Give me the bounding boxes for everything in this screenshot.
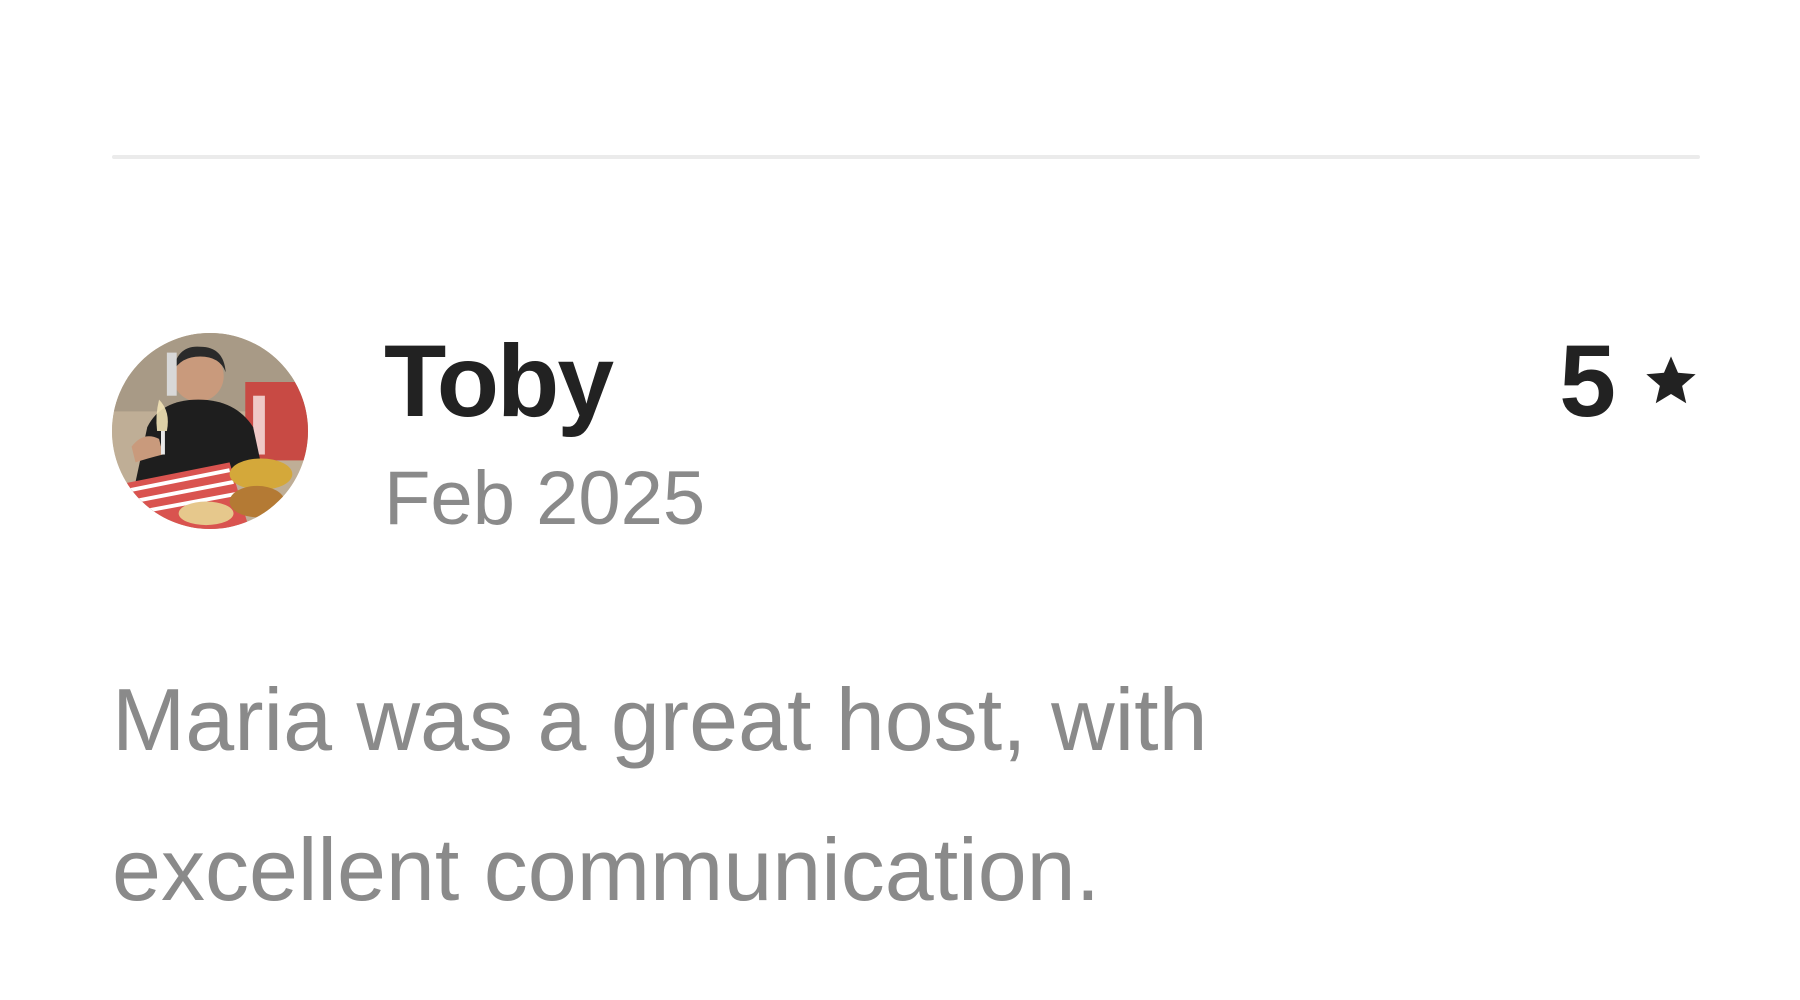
rating-value: 5 — [1559, 324, 1616, 438]
reviewer-name[interactable]: Toby — [384, 325, 614, 437]
star-icon — [1646, 356, 1696, 404]
avatar-photo — [112, 333, 308, 529]
rating: 5 — [1559, 325, 1700, 437]
review-date: Feb 2025 — [384, 456, 706, 541]
reviewer-avatar[interactable] — [112, 333, 308, 529]
section-divider — [112, 155, 1700, 159]
review-text: Maria was a great host, with excellent c… — [112, 670, 1208, 919]
